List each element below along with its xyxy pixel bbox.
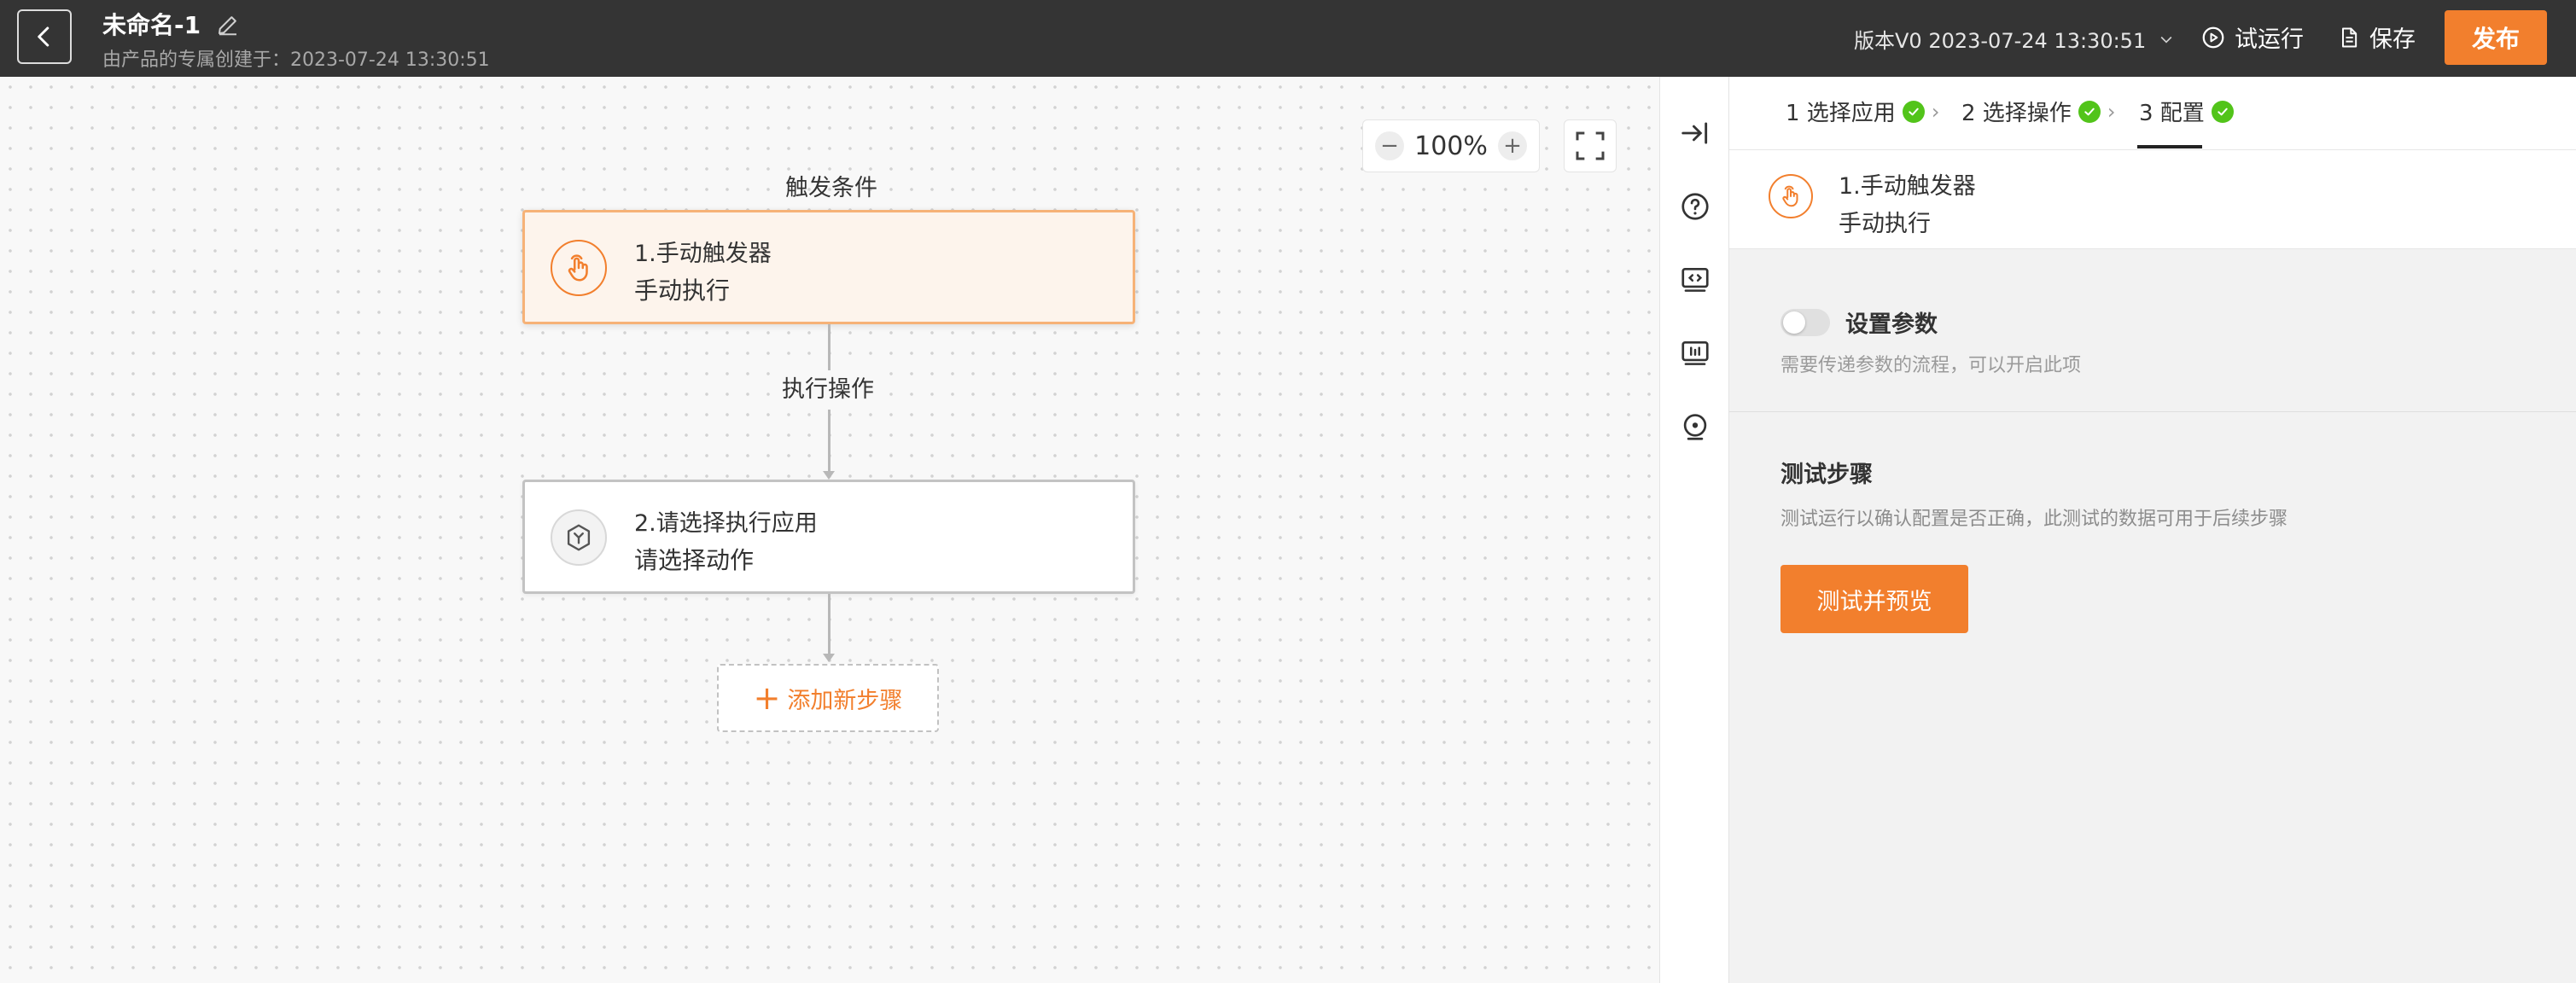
code-button[interactable] bbox=[1678, 263, 1712, 297]
chevron-right-icon: › bbox=[2107, 99, 2116, 124]
chevron-down-icon bbox=[2160, 36, 2172, 44]
zoom-level: 100% bbox=[1414, 131, 1488, 161]
hand-tap-icon bbox=[1782, 185, 1798, 207]
check-circle-icon bbox=[1902, 100, 1925, 123]
log-button[interactable] bbox=[1678, 336, 1712, 370]
trigger-title: 1.手动触发器 bbox=[1839, 173, 1976, 200]
tab-config[interactable]: 3 配置 bbox=[2139, 96, 2234, 127]
trigger-subtitle: 手动执行 bbox=[1839, 211, 1931, 237]
test-step-hint: 测试运行以确认配置是否正确，此测试的数据可用于后续步骤 bbox=[1780, 509, 2288, 530]
node-subtitle: 手动执行 bbox=[634, 276, 731, 305]
trigger-section-label: 触发条件 bbox=[785, 175, 877, 201]
tab-select-app[interactable]: 1 选择应用 › bbox=[1786, 96, 1939, 127]
selected-trigger-card: 1.手动触发器 手动执行 bbox=[1729, 150, 2576, 249]
section-divider bbox=[1729, 411, 2576, 412]
node-subtitle: 请选择动作 bbox=[634, 546, 755, 574]
trigger-icon-wrap bbox=[1769, 174, 1813, 218]
play-circle-icon bbox=[2202, 26, 2224, 48]
param-hint: 需要传递参数的流程，可以开启此项 bbox=[1780, 355, 2082, 376]
connector-line bbox=[828, 410, 830, 473]
test-run-button[interactable]: 试运行 bbox=[2200, 20, 2304, 54]
step-tabs: 1 选择应用 › 2 选择操作 › 3 配置 bbox=[1729, 77, 2576, 150]
side-icon-rail bbox=[1659, 77, 1729, 983]
location-icon bbox=[1683, 414, 1707, 440]
test-run-label: 试运行 bbox=[2235, 26, 2304, 53]
back-button[interactable] bbox=[17, 9, 72, 64]
help-icon bbox=[1681, 193, 1709, 220]
collapse-panel-button[interactable] bbox=[1678, 116, 1712, 150]
publish-button[interactable]: 发布 bbox=[2445, 10, 2547, 65]
collapse-panel-icon bbox=[1681, 122, 1708, 144]
check-circle-icon bbox=[2211, 100, 2234, 123]
created-info: 由产品的专属创建于：2023-07-24 13:30:51 bbox=[102, 49, 490, 71]
node-title: 1.手动触发器 bbox=[634, 241, 772, 267]
action-section-label: 执行操作 bbox=[780, 370, 876, 404]
tab-select-action[interactable]: 2 选择操作 › bbox=[1961, 96, 2115, 127]
step-label: 1 选择应用 bbox=[1786, 101, 1896, 126]
workflow-canvas[interactable]: − 100% + 触发条件 1.手动触发器 手动执行 执行操作 2.请选择执行应… bbox=[0, 77, 1659, 983]
app-cube-icon bbox=[567, 524, 591, 551]
step-label: 2 选择操作 bbox=[1961, 101, 2072, 126]
active-tab-indicator bbox=[2137, 145, 2202, 148]
zoom-control: − 100% + bbox=[1362, 119, 1540, 172]
trigger-node[interactable]: 1.手动触发器 手动执行 bbox=[522, 210, 1135, 324]
location-button[interactable] bbox=[1678, 410, 1712, 444]
version-select[interactable]: 版本V0 2023-07-24 13:30:51 bbox=[1854, 24, 2175, 54]
node-icon-wrap bbox=[551, 509, 607, 566]
chevron-right-icon: › bbox=[1931, 99, 1940, 124]
zoom-in-button[interactable]: + bbox=[1498, 131, 1527, 160]
save-label: 保存 bbox=[2369, 26, 2416, 53]
document-icon bbox=[2342, 27, 2357, 47]
toggle-knob bbox=[1783, 311, 1805, 334]
config-panel: 1 选择应用 › 2 选择操作 › 3 配置 1.手动触发器 手动执行 设置参数… bbox=[1729, 77, 2576, 983]
edit-title-icon[interactable] bbox=[215, 12, 241, 38]
node-icon-wrap bbox=[551, 240, 607, 296]
save-button[interactable]: 保存 bbox=[2337, 20, 2416, 54]
check-circle-icon bbox=[2078, 100, 2101, 123]
workflow-title: 未命名-1 bbox=[102, 11, 201, 39]
zoom-out-button[interactable]: − bbox=[1375, 131, 1404, 160]
fullscreen-icon bbox=[1576, 131, 1605, 160]
test-preview-button[interactable]: 测试并预览 bbox=[1780, 565, 1968, 633]
add-step-button[interactable]: + 添加新步骤 bbox=[717, 664, 939, 732]
step-label: 3 配置 bbox=[2139, 101, 2205, 126]
version-label: 版本V0 2023-07-24 13:30:51 bbox=[1854, 29, 2147, 53]
param-setting-row: 设置参数 bbox=[1780, 305, 1938, 339]
plus-icon: + bbox=[753, 679, 781, 717]
hand-tap-icon bbox=[568, 254, 588, 282]
param-label: 设置参数 bbox=[1845, 311, 1938, 338]
log-icon bbox=[1681, 340, 1709, 365]
param-toggle[interactable] bbox=[1780, 308, 1830, 336]
test-step-title: 测试步骤 bbox=[1780, 462, 1873, 488]
fullscreen-button[interactable] bbox=[1564, 119, 1617, 172]
top-bar: 未命名-1 由产品的专属创建于：2023-07-24 13:30:51 版本V0… bbox=[0, 0, 2576, 77]
action-node[interactable]: 2.请选择执行应用 请选择动作 bbox=[522, 480, 1135, 594]
add-step-label: 添加新步骤 bbox=[787, 687, 903, 714]
node-title: 2.请选择执行应用 bbox=[634, 510, 818, 537]
chevron-left-icon bbox=[38, 26, 50, 47]
help-button[interactable] bbox=[1678, 189, 1712, 224]
connector-arrow bbox=[823, 471, 835, 480]
connector-line bbox=[828, 594, 830, 655]
connector-arrow bbox=[823, 654, 835, 662]
code-icon bbox=[1681, 267, 1709, 292]
